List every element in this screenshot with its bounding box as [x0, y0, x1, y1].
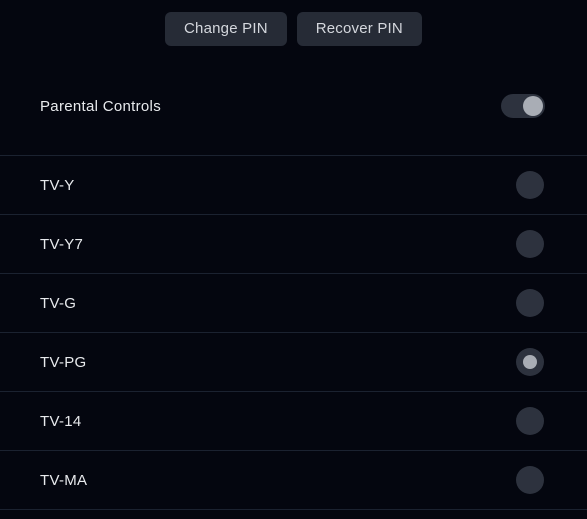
rating-row-tv-ma[interactable]: TV-MA [0, 450, 587, 510]
rating-radio-tv-g[interactable] [516, 289, 544, 317]
parental-controls-label: Parental Controls [40, 97, 161, 115]
rating-label: TV-PG [40, 353, 87, 371]
parental-controls-toggle[interactable] [501, 94, 545, 118]
rating-row-tv-14[interactable]: TV-14 [0, 391, 587, 450]
rating-radio-tv-ma[interactable] [516, 466, 544, 494]
rating-radio-tv-pg[interactable] [516, 348, 544, 376]
pin-actions-bar: Change PIN Recover PIN [0, 0, 587, 58]
recover-pin-button-label: Recover PIN [315, 20, 403, 37]
change-pin-button-label: Change PIN [184, 20, 268, 37]
radio-dot-icon [523, 355, 537, 369]
parental-controls-row[interactable]: Parental Controls [0, 76, 587, 136]
rating-row-tv-y[interactable]: TV-Y [0, 155, 587, 214]
rating-label: TV-Y7 [40, 235, 84, 253]
rating-label: TV-14 [40, 412, 82, 430]
rating-radio-tv-y7[interactable] [516, 230, 544, 258]
rating-label: TV-MA [40, 471, 88, 489]
rating-radio-tv-y[interactable] [516, 171, 544, 199]
rating-row-tv-g[interactable]: TV-G [0, 273, 587, 332]
toggle-knob-icon [523, 96, 543, 116]
rating-label: TV-Y [40, 176, 75, 194]
rating-label: TV-G [40, 294, 77, 312]
rating-row-tv-y7[interactable]: TV-Y7 [0, 214, 587, 273]
rating-radio-tv-14[interactable] [516, 407, 544, 435]
rating-list: TV-Y TV-Y7 TV-G TV-PG TV-14 TV-MA [0, 155, 587, 510]
recover-pin-button[interactable]: Recover PIN [296, 12, 422, 46]
change-pin-button[interactable]: Change PIN [165, 12, 287, 46]
rating-row-tv-pg[interactable]: TV-PG [0, 332, 587, 391]
